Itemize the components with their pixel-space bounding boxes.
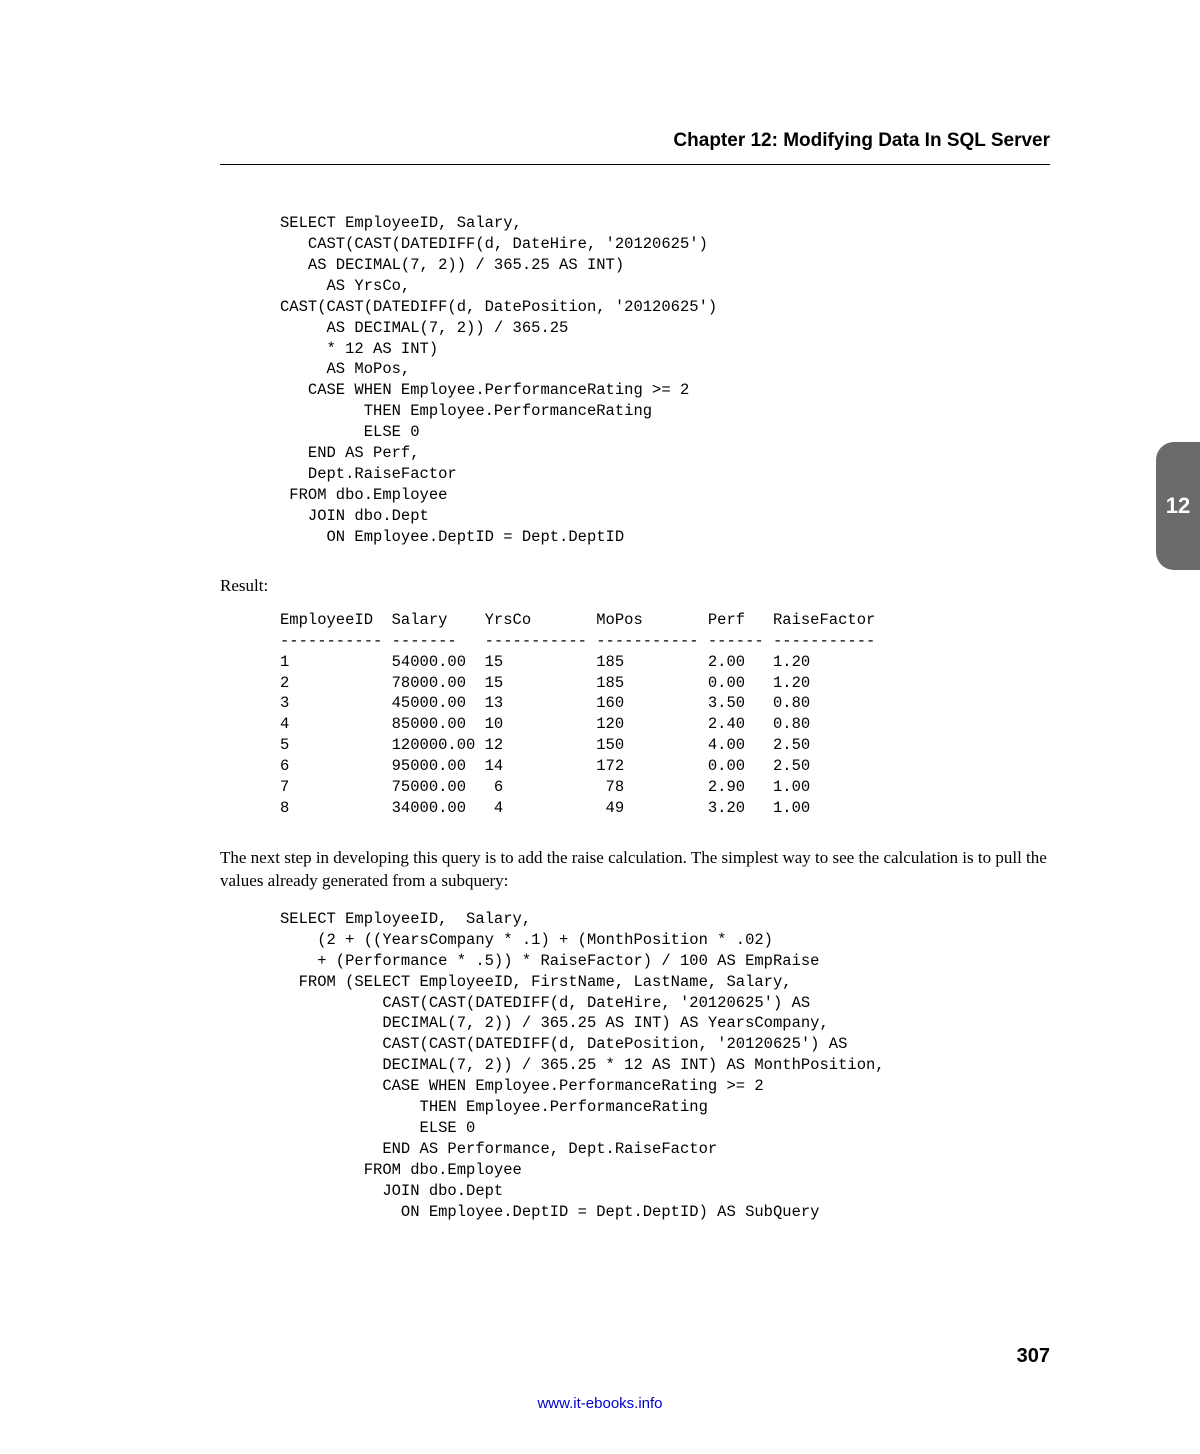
- code-block-2: SELECT EmployeeID, Salary, (2 + ((YearsC…: [280, 909, 1050, 1223]
- result-table: EmployeeID Salary YrsCo MoPos Perf Raise…: [280, 610, 1050, 819]
- page-number: 307: [1017, 1345, 1050, 1368]
- code-block-1: SELECT EmployeeID, Salary, CAST(CAST(DAT…: [280, 213, 1050, 548]
- footer-link-anchor[interactable]: www.it-ebooks.info: [537, 1395, 662, 1412]
- chapter-header: Chapter 12: Modifying Data In SQL Server: [220, 130, 1050, 165]
- result-label: Result:: [220, 576, 1050, 596]
- chapter-tab: 12: [1156, 442, 1200, 570]
- body-paragraph-1: The next step in developing this query i…: [220, 847, 1050, 893]
- footer-link: www.it-ebooks.info: [0, 1395, 1200, 1412]
- page-container: Chapter 12: Modifying Data In SQL Server…: [0, 0, 1200, 1454]
